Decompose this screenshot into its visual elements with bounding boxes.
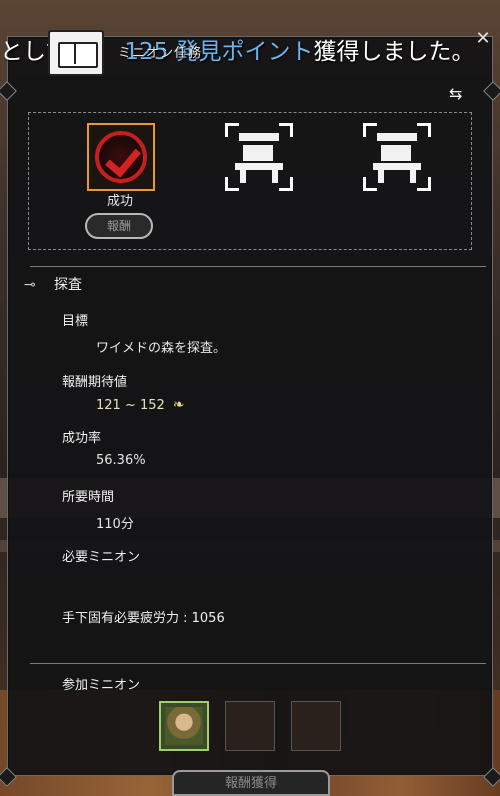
- workstation-icon: [235, 131, 283, 183]
- status-label: 成功: [106, 194, 133, 209]
- required-minion-label: 必要ミニオン: [62, 550, 141, 565]
- minion-slot-2[interactable]: [225, 701, 275, 751]
- expected-reward-value: 121 ~ 152: [96, 398, 165, 413]
- broadcast-suffix: 獲得しました。: [313, 39, 475, 65]
- minion-avatar: [165, 707, 203, 745]
- goal-value: ワイメドの森を探査。: [96, 341, 227, 356]
- arrow-icon: ⊸: [24, 277, 36, 293]
- success-rate-label: 成功率: [62, 431, 102, 446]
- mission-type: 探査: [54, 277, 82, 293]
- broadcast-highlight: 125 発見ポイント: [124, 39, 314, 65]
- mission-slot-success[interactable]: [87, 123, 155, 191]
- refresh-icon[interactable]: ⇆: [449, 86, 469, 102]
- minion-slot-3[interactable]: [291, 701, 341, 751]
- divider: [30, 266, 486, 267]
- mission-slot-station[interactable]: [225, 123, 293, 191]
- success-rate-value: 56.36%: [96, 453, 146, 468]
- time-value: 110分: [96, 517, 134, 532]
- divider: [30, 663, 486, 664]
- minion-slot-1[interactable]: [159, 701, 209, 751]
- participants-label: 参加ミニオン: [62, 678, 141, 693]
- reward-leaf-icon: ❧: [172, 397, 185, 413]
- success-check-icon: [95, 131, 147, 183]
- expected-reward-row: 121 ~ 152 ❧: [96, 397, 185, 413]
- claim-reward-button[interactable]: 報酬獲得: [172, 770, 330, 796]
- reward-button[interactable]: 報酬: [85, 213, 153, 239]
- close-button[interactable]: ✕: [470, 28, 496, 50]
- mission-slot-station[interactable]: [363, 123, 431, 191]
- broadcast-prefix: として: [0, 39, 69, 65]
- workstation-icon: [373, 131, 421, 183]
- broadcast-message: として 125 発見ポイント獲得しました。: [0, 32, 500, 74]
- check-mark: [105, 140, 141, 178]
- mission-type-heading: ⊸ 探査: [24, 274, 82, 294]
- expected-reward-label: 報酬期待値: [62, 375, 128, 390]
- time-label: 所要時間: [62, 490, 115, 505]
- goal-label: 目標: [62, 314, 89, 329]
- fatigue-text: 手下固有必要疲労力 : 1056: [62, 611, 225, 626]
